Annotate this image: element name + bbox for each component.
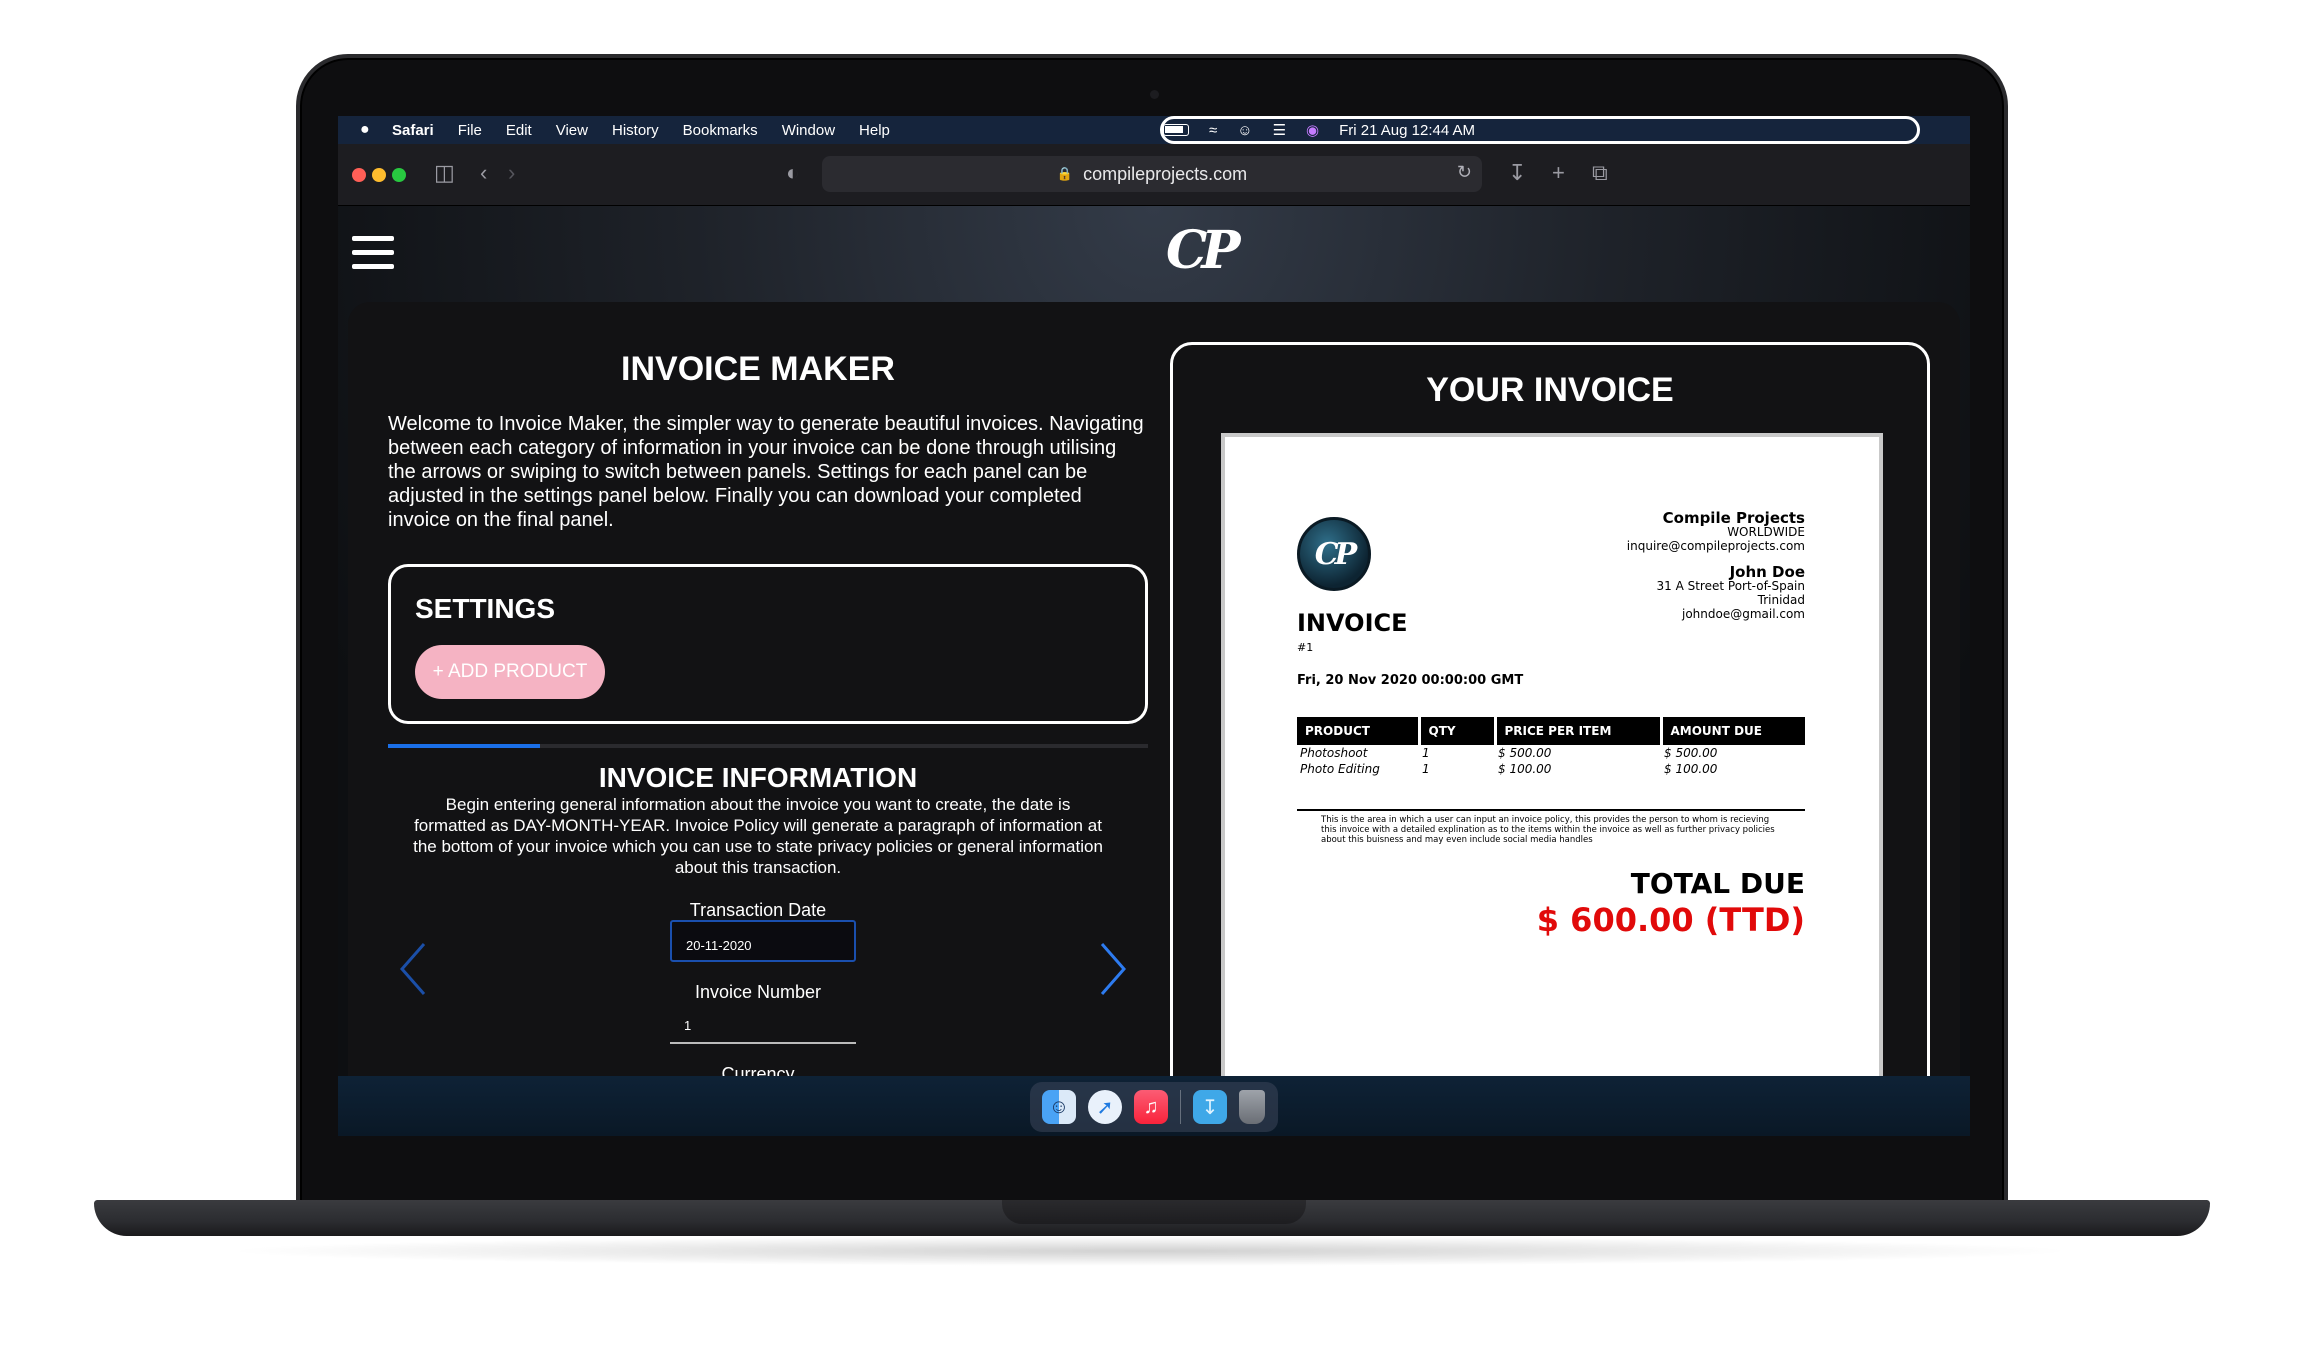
menu-item-edit[interactable]: Edit <box>506 122 532 139</box>
menu-item-file[interactable]: File <box>458 122 482 139</box>
wifi-icon[interactable]: ≈ <box>1209 122 1217 139</box>
forward-icon[interactable]: › <box>508 160 515 186</box>
menu-item-help[interactable]: Help <box>859 122 890 139</box>
products-table: PRODUCT QTY PRICE PER ITEM AMOUNT DUE Ph… <box>1297 717 1805 777</box>
tab-overview-icon[interactable]: ⧉ <box>1592 160 1608 186</box>
reload-icon[interactable]: ↻ <box>1457 162 1472 183</box>
music-icon[interactable]: ♫ <box>1134 1090 1168 1124</box>
privacy-shield-icon[interactable]: ◐ <box>786 160 799 186</box>
company-region: WORLDWIDE <box>1727 525 1805 539</box>
menu-bar: ● Safari File Edit View History Bookmark… <box>338 116 1970 144</box>
invoice-number-label: Invoice Number <box>694 982 822 1002</box>
menu-item-safari[interactable]: Safari <box>392 122 434 139</box>
new-tab-icon[interactable]: + <box>1552 160 1565 186</box>
apple-menu-icon[interactable]: ● <box>360 121 378 139</box>
finder-icon[interactable]: ☺ <box>1042 1090 1076 1124</box>
table-row: Photo Editing 1 $ 100.00 $ 100.00 <box>1297 761 1805 777</box>
laptop-notch <box>1002 1200 1306 1224</box>
preview-title: YOUR INVOICE <box>1426 371 1674 409</box>
company-email: inquire@compileprojects.com <box>1626 539 1805 553</box>
table-cell: 1 <box>1422 762 1430 776</box>
downloads-icon[interactable]: ↧ <box>1508 160 1526 186</box>
minimize-window-button[interactable] <box>372 168 386 182</box>
section-description: Begin entering general information about… <box>413 795 1103 877</box>
menu-item-bookmarks[interactable]: Bookmarks <box>683 122 758 139</box>
table-cell: $ 100.00 <box>1664 762 1718 776</box>
table-cell: $ 100.00 <box>1498 762 1552 776</box>
transaction-date-label: Transaction Date <box>689 900 827 920</box>
laptop-mockup: ● Safari File Edit View History Bookmark… <box>0 0 2300 1351</box>
laptop-shadow <box>220 1236 2080 1266</box>
camera <box>1150 90 1159 99</box>
dock-separator <box>1180 1090 1181 1124</box>
column-header: PRICE PER ITEM <box>1495 717 1663 745</box>
section-title: INVOICE INFORMATION <box>598 762 918 793</box>
address-bar[interactable]: 🔒 compileprojects.com ↻ <box>822 156 1482 192</box>
table-cell: $ 500.00 <box>1664 746 1718 760</box>
total-due-label: TOTAL DUE <box>1630 867 1805 900</box>
table-cell: $ 500.00 <box>1498 746 1552 760</box>
downloads-folder-icon[interactable]: ↧ <box>1193 1090 1227 1124</box>
menu-item-view[interactable]: View <box>556 122 588 139</box>
web-page: CP INVOICE MAKER Welcome to Invoice Make… <box>338 206 1970 1102</box>
intro-text: Welcome to Invoice Maker, the simpler wa… <box>388 413 1144 531</box>
siri-icon[interactable]: ◉ <box>1306 121 1319 139</box>
control-center-icon[interactable]: ☰ <box>1273 121 1286 139</box>
table-cell: 1 <box>1422 746 1430 760</box>
client-name: John Doe <box>1729 563 1805 581</box>
trash-icon[interactable] <box>1239 1090 1265 1124</box>
client-country: Trinidad <box>1757 593 1805 607</box>
invoice-app-panel: INVOICE MAKER Welcome to Invoice Maker, … <box>348 302 1960 1102</box>
table-row: Photoshoot 1 $ 500.00 $ 500.00 <box>1297 745 1805 761</box>
url-text: compileprojects.com <box>1083 163 1248 184</box>
battery-icon[interactable] <box>1163 124 1189 136</box>
browser-toolbar: ◫ ‹ › ◐ 🔒 compileprojects.com ↻ ↧ + ⧉ <box>338 144 1970 206</box>
invoice-heading: INVOICE <box>1297 609 1408 637</box>
invoice-policy-text: This is the area in which a user can inp… <box>1321 815 1775 845</box>
back-icon[interactable]: ‹ <box>480 160 487 186</box>
settings-panel: SETTINGS + ADD PRODUCT <box>388 564 1148 724</box>
invoice-number: #1 <box>1297 641 1314 654</box>
invoice-sheet: CP Compile Projects WORLDWIDE inquire@co… <box>1221 433 1883 1102</box>
safari-icon[interactable]: ➚ <box>1088 1090 1122 1124</box>
invoice-date: Fri, 20 Nov 2020 00:00:00 GMT <box>1297 673 1524 688</box>
settings-title: SETTINGS <box>415 593 556 624</box>
screen: ● Safari File Edit View History Bookmark… <box>338 116 1970 1136</box>
site-logo[interactable]: CP <box>1166 220 1241 282</box>
zoom-window-button[interactable] <box>392 168 406 182</box>
panel-progress-bar <box>388 744 1148 748</box>
menu-item-window[interactable]: Window <box>782 122 835 139</box>
page-title: INVOICE MAKER <box>621 350 895 388</box>
transaction-date-input[interactable]: 20-11-2020 <box>670 920 856 962</box>
previous-panel-arrow-icon[interactable] <box>398 942 428 996</box>
total-due-amount: $ 600.00 (TTD) <box>1536 901 1805 939</box>
column-header: PRODUCT <box>1297 717 1421 745</box>
next-panel-arrow-icon[interactable] <box>1098 942 1128 996</box>
sidebar-toggle-icon[interactable]: ◫ <box>434 160 455 186</box>
company-name: Compile Projects <box>1662 509 1805 527</box>
invoice-number-input[interactable]: 1 <box>670 1002 856 1044</box>
company-details: Compile Projects WORLDWIDE inquire@compi… <box>1626 509 1806 622</box>
desktop-wallpaper: ☺ ➚ ♫ ↧ <box>338 1076 1970 1136</box>
column-header: QTY <box>1419 717 1497 745</box>
close-window-button[interactable] <box>352 168 366 182</box>
hamburger-menu-icon[interactable] <box>352 236 394 270</box>
policy-divider <box>1297 809 1805 811</box>
menu-clock[interactable]: Fri 21 Aug 12:44 AM <box>1339 122 1475 139</box>
user-icon[interactable]: ☺ <box>1237 122 1252 139</box>
maker-column: INVOICE MAKER Welcome to Invoice Maker, … <box>348 302 1168 1102</box>
company-logo: CP <box>1297 517 1371 591</box>
client-street: 31 A Street Port-of-Spain <box>1656 579 1806 593</box>
table-cell: Photoshoot <box>1300 746 1368 760</box>
invoice-preview-card: YOUR INVOICE CP Compile Projects WORLDWI… <box>1170 342 1930 1102</box>
column-header: AMOUNT DUE <box>1661 717 1805 745</box>
panel-progress-fill <box>388 744 540 748</box>
dock: ☺ ➚ ♫ ↧ <box>1030 1082 1278 1132</box>
client-email: johndoe@gmail.com <box>1682 607 1805 621</box>
menu-item-history[interactable]: History <box>612 122 659 139</box>
lock-icon: 🔒 <box>1056 166 1074 181</box>
add-product-button[interactable]: + ADD PRODUCT <box>415 645 605 699</box>
table-cell: Photo Editing <box>1300 762 1380 776</box>
